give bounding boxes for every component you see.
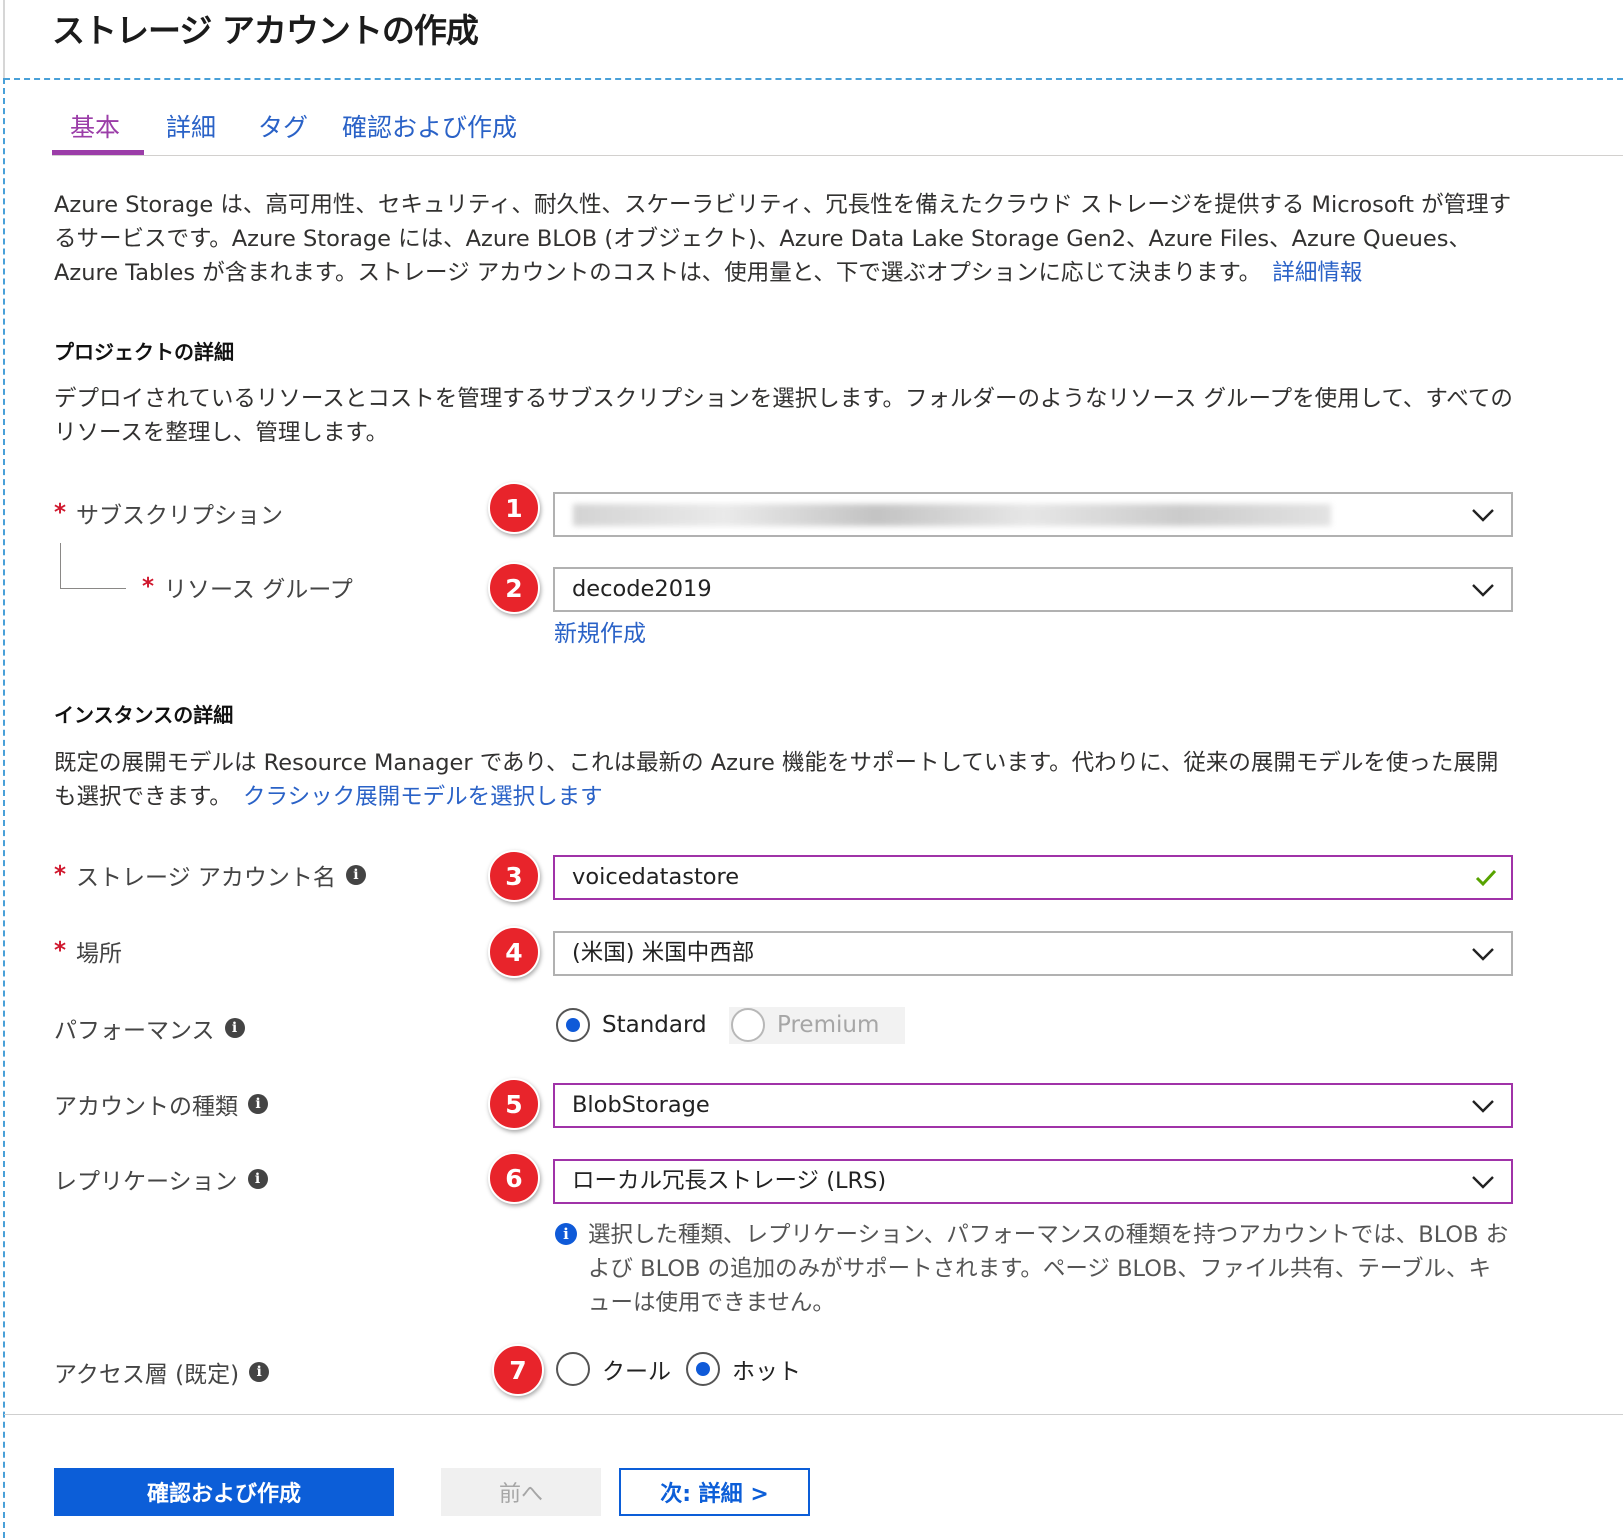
checkmark-icon — [1475, 857, 1497, 898]
storage-account-name-value: voicedatastore — [572, 864, 740, 890]
header-divider — [4, 78, 1623, 80]
callout-badge-3: 3 — [488, 850, 540, 902]
location-value: (米国) 米国中西部 — [572, 940, 755, 966]
chevron-down-icon — [1471, 1085, 1495, 1126]
storage-account-name-input[interactable]: voicedatastore — [553, 855, 1513, 900]
intro-paragraph: Azure Storage は、高可用性、セキュリティ、耐久性、スケーラビリティ… — [54, 188, 1514, 290]
performance-premium-option[interactable]: Premium — [731, 1008, 879, 1042]
performance-label: パフォーマンス i — [54, 1011, 245, 1045]
replication-value: ローカル冗長ストレージ (LRS) — [572, 1168, 887, 1194]
instance-details-heading: インスタンスの詳細 — [54, 703, 234, 727]
tab-review-create[interactable]: 確認および作成 — [342, 108, 517, 144]
resource-group-dropdown[interactable]: decode2019 — [553, 567, 1513, 612]
info-icon[interactable]: i — [248, 1094, 268, 1114]
active-tab-indicator — [52, 150, 144, 155]
required-marker: * — [54, 938, 67, 964]
previous-button[interactable]: 前へ — [441, 1468, 601, 1516]
required-marker: * — [54, 862, 67, 888]
callout-badge-4: 4 — [488, 926, 540, 978]
instance-description-paragraph: 既定の展開モデルは Resource Manager であり、これは最新の Az… — [54, 746, 1514, 814]
account-kind-dropdown[interactable]: BlobStorage — [553, 1083, 1513, 1128]
radio-unselected[interactable] — [556, 1352, 590, 1386]
performance-standard-option[interactable]: Standard — [556, 1008, 707, 1042]
chevron-down-icon — [1471, 494, 1495, 535]
callout-badge-5: 5 — [488, 1078, 540, 1130]
create-new-link[interactable]: 新規作成 — [554, 614, 646, 648]
location-dropdown[interactable]: (米国) 米国中西部 — [553, 931, 1513, 976]
info-icon[interactable]: i — [345, 865, 366, 885]
tab-basics[interactable]: 基本 — [70, 108, 120, 144]
replication-label: レプリケーション i — [54, 1162, 268, 1196]
access-tier-label: アクセス層 (既定) i — [54, 1355, 270, 1389]
radio-selected[interactable] — [556, 1008, 590, 1042]
project-description: デプロイされているリソースとコストを管理するサブスクリプションを選択します。フォ… — [54, 386, 1513, 446]
callout-badge-6: 6 — [488, 1152, 540, 1204]
info-icon: i — [555, 1223, 577, 1245]
location-label: * 場所 — [54, 938, 123, 967]
next-advanced-button[interactable]: 次: 詳細 > — [619, 1468, 810, 1516]
callout-badge-1: 1 — [488, 482, 540, 534]
tab-tags[interactable]: タグ — [258, 108, 308, 144]
left-border — [3, 0, 5, 78]
page-title: ストレージ アカウントの作成 — [52, 11, 479, 50]
resource-group-label: * リソース グループ — [142, 574, 353, 603]
chevron-down-icon — [1471, 569, 1495, 610]
hierarchy-connector — [60, 543, 126, 589]
focus-border — [3, 78, 5, 1538]
access-tier-cool-option[interactable]: クール — [556, 1352, 671, 1386]
chevron-down-icon — [1471, 933, 1495, 974]
project-details-heading: プロジェクトの詳細 — [54, 340, 234, 364]
info-icon[interactable]: i — [224, 1018, 245, 1038]
info-icon[interactable]: i — [247, 1169, 268, 1189]
required-marker: * — [54, 500, 67, 526]
replication-notice: i 選択した種類、レプリケーション、パフォーマンスの種類を持つアカウントでは、B… — [553, 1218, 1513, 1320]
replication-dropdown[interactable]: ローカル冗長ストレージ (LRS) — [553, 1159, 1513, 1204]
classic-deployment-link[interactable]: クラシック展開モデルを選択します — [243, 784, 603, 810]
required-marker: * — [142, 574, 155, 600]
radio-selected[interactable] — [686, 1352, 720, 1386]
info-icon[interactable]: i — [249, 1362, 270, 1382]
access-tier-hot-option[interactable]: ホット — [686, 1352, 801, 1386]
account-kind-value: BlobStorage — [572, 1092, 710, 1118]
review-create-button[interactable]: 確認および作成 — [54, 1468, 394, 1516]
chevron-down-icon — [1471, 1161, 1495, 1202]
account-kind-label: アカウントの種類 i — [54, 1087, 268, 1121]
resource-group-value: decode2019 — [572, 576, 712, 602]
callout-badge-2: 2 — [488, 562, 540, 614]
tab-advanced[interactable]: 詳細 — [166, 108, 216, 144]
subscription-label: * サブスクリプション — [54, 500, 284, 529]
redacted-subscription-value — [573, 504, 1331, 526]
callout-badge-7: 7 — [492, 1344, 544, 1396]
subscription-dropdown[interactable] — [553, 492, 1513, 537]
storage-account-name-label: * ストレージ アカウント名 i — [54, 858, 366, 892]
radio-unselected[interactable] — [731, 1008, 765, 1042]
learn-more-link[interactable]: 詳細情報 — [1272, 260, 1362, 286]
footer-divider — [4, 1414, 1623, 1415]
tab-bar: 基本 詳細 タグ 確認および作成 — [52, 100, 1623, 156]
